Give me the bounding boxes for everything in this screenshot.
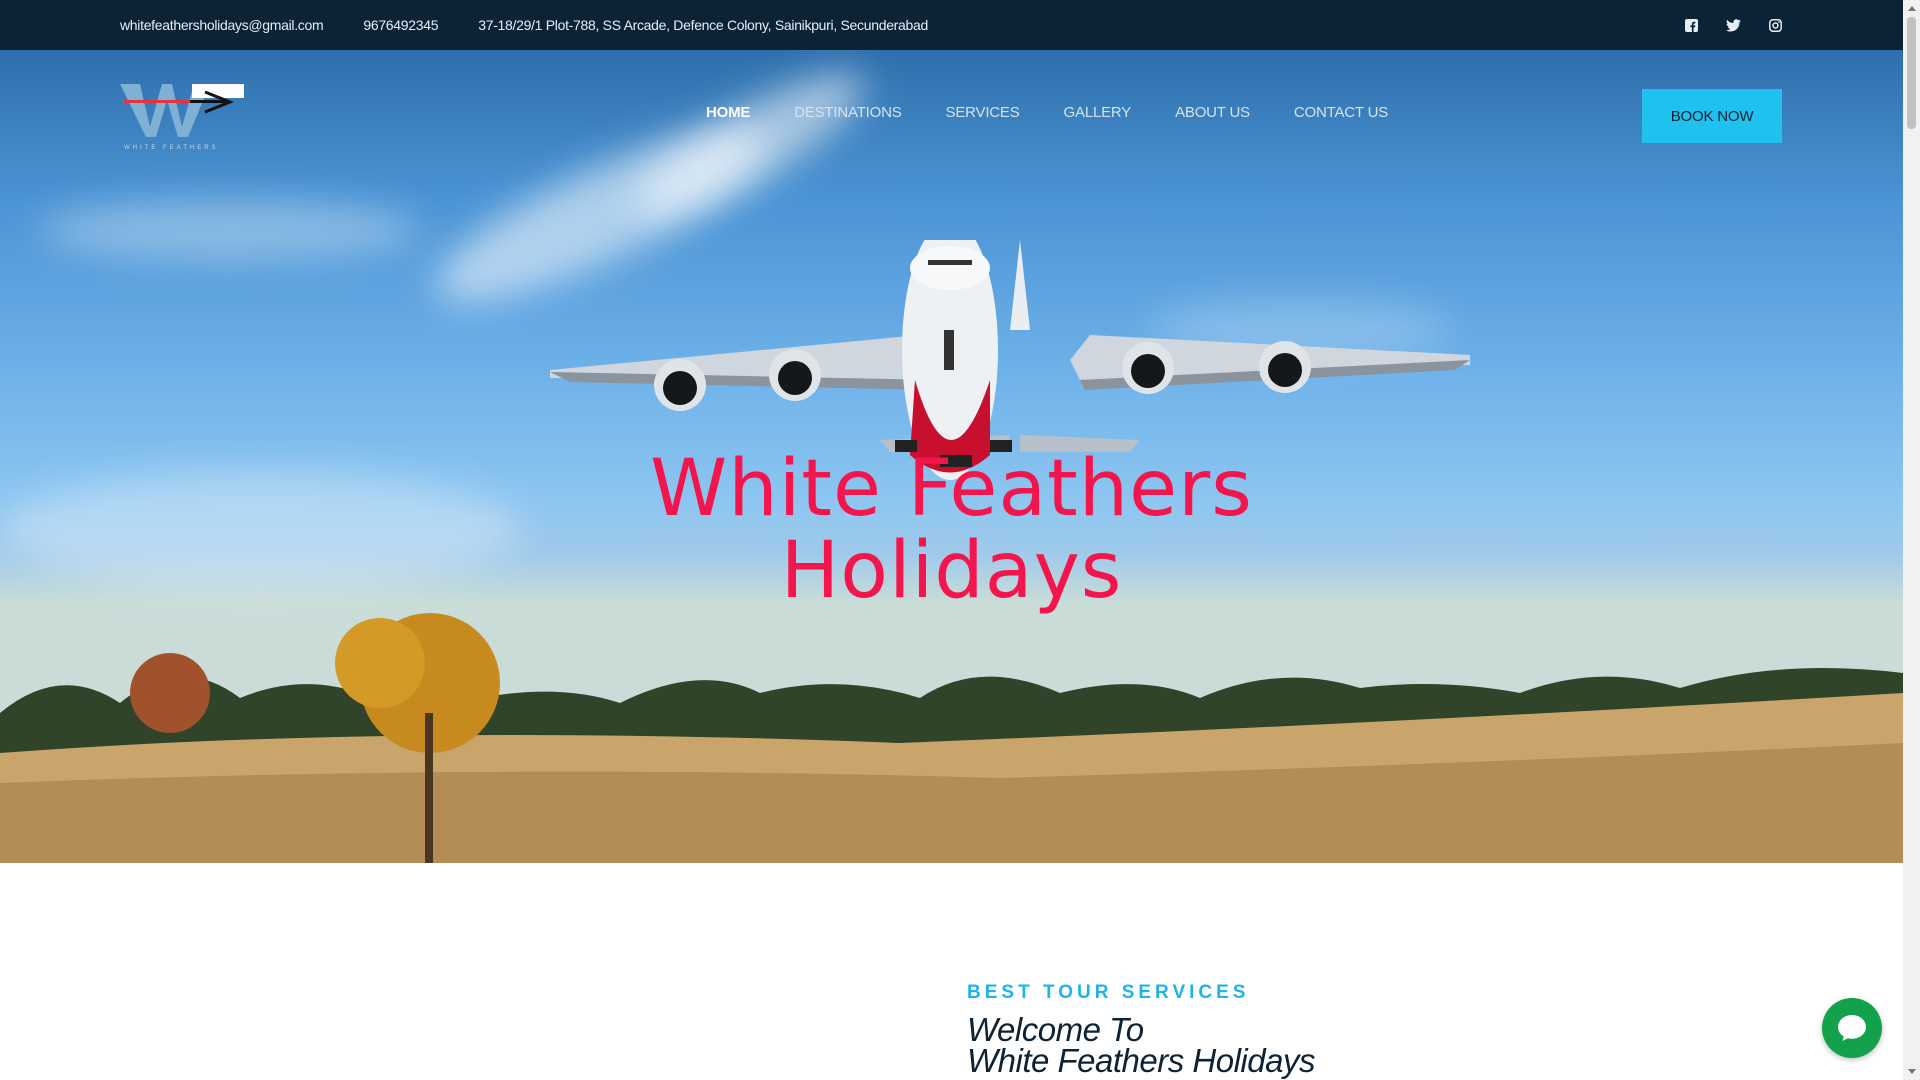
- logo-text: WHITE FEATHERS: [124, 145, 219, 151]
- page-scrollbar[interactable]: [1903, 0, 1920, 1080]
- scroll-down-arrow-icon[interactable]: [1903, 1063, 1920, 1080]
- contact-email[interactable]: whitefeathersholidays@gmail.com: [120, 17, 324, 33]
- contact-phone[interactable]: 9676492345: [363, 17, 438, 33]
- facebook-icon[interactable]: [1683, 17, 1699, 33]
- nav-services[interactable]: SERVICES: [946, 104, 1020, 121]
- book-now-button[interactable]: BOOK NOW: [1642, 89, 1782, 143]
- section-title: Welcome To White Feathers Holidays: [967, 1011, 1315, 1079]
- brand-logo[interactable]: WHITE FEATHERS: [120, 82, 244, 152]
- nav-contact-us[interactable]: CONTACT US: [1294, 104, 1388, 121]
- nav-home[interactable]: HOME: [706, 104, 750, 121]
- twitter-icon[interactable]: [1725, 17, 1741, 33]
- contact-address: 37-18/29/1 Plot-788, SS Arcade, Defence …: [478, 17, 928, 33]
- section-title-line-1: Welcome To: [967, 1011, 1144, 1048]
- section-kicker: BEST TOUR SERVICES: [967, 982, 1250, 1003]
- chat-bubble-icon: [1838, 1015, 1866, 1041]
- hero-title-line-2: Holidays: [780, 526, 1123, 616]
- scroll-up-arrow-icon[interactable]: [1903, 0, 1920, 17]
- cloud: [40, 200, 420, 260]
- instagram-icon[interactable]: [1767, 17, 1783, 33]
- hero-title: White Feathers Holidays: [0, 448, 1903, 612]
- section-title-line-2: White Feathers Holidays: [967, 1042, 1315, 1079]
- scrollbar-thumb[interactable]: [1907, 17, 1916, 129]
- top-info-bar: whitefeathersholidays@gmail.com 96764923…: [0, 0, 1903, 50]
- social-links: [1683, 17, 1783, 33]
- nav-gallery[interactable]: GALLERY: [1064, 104, 1132, 121]
- nav-about-us[interactable]: ABOUT US: [1175, 104, 1250, 121]
- landscape-illustration: [0, 603, 1903, 863]
- hero-title-line-1: White Feathers: [650, 444, 1253, 534]
- main-navigation: HOME DESTINATIONS SERVICES GALLERY ABOUT…: [706, 104, 1388, 121]
- nav-destinations[interactable]: DESTINATIONS: [794, 104, 902, 121]
- chat-widget-button[interactable]: [1822, 998, 1882, 1058]
